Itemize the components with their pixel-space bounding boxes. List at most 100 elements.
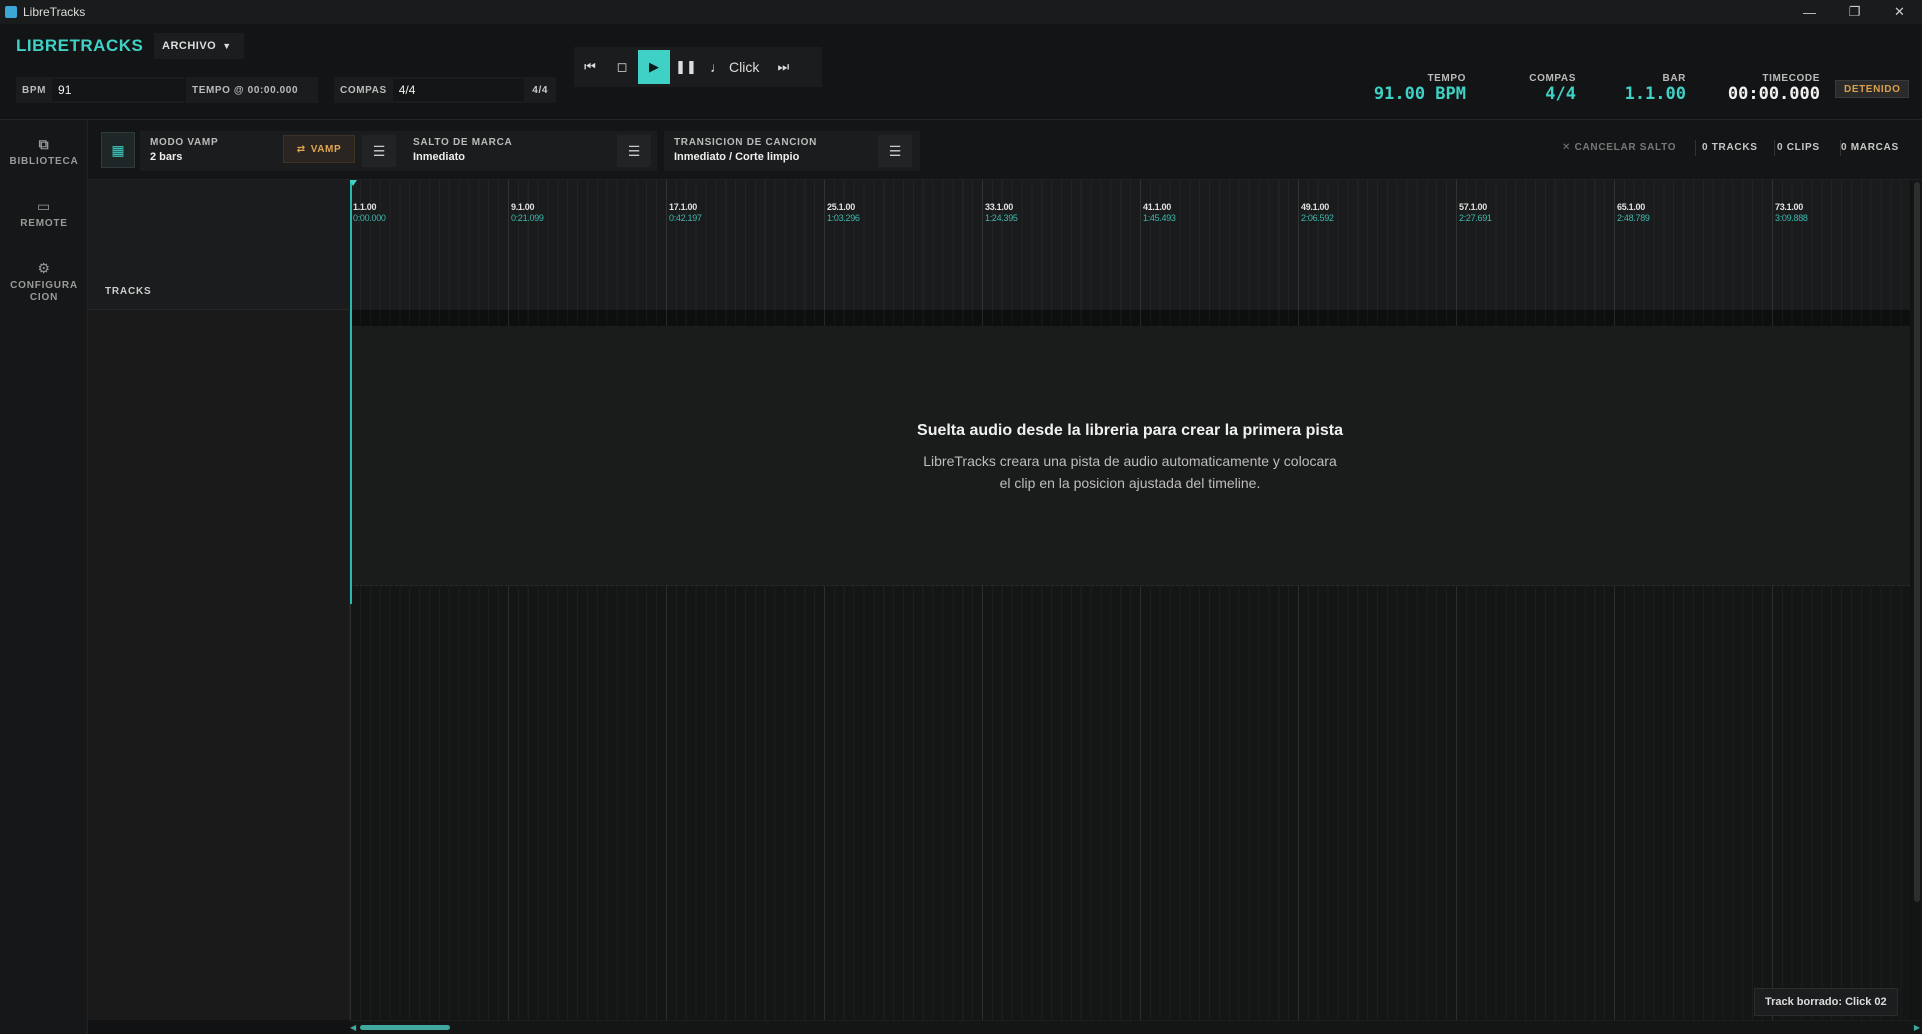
window-controls: — ❐ ✕ [1787, 0, 1922, 24]
salto-value: Inmediato [413, 151, 465, 163]
vamp-settings-button[interactable]: ☰ [362, 135, 396, 167]
bar-stat: BAR 1.1.00 [1610, 73, 1686, 104]
divider [1774, 140, 1775, 156]
ruler-marker[interactable]: 25.1.00 1:03.296 [827, 202, 860, 224]
tempo-stat-label: TEMPO [1427, 73, 1466, 84]
vamp-title: MODO VAMP [150, 137, 219, 148]
timeline[interactable]: Suelta audio desde la libreria para crea… [350, 180, 1910, 1020]
track-list: TRACKS [88, 180, 350, 1020]
toast-notification: Track borrado: Click 02 [1754, 988, 1898, 1016]
marcas-count: 0 MARCAS [1841, 142, 1899, 153]
rail-item-configuracion[interactable]: ⚙ CONFIGURA CION [0, 260, 88, 304]
rail-label-remote: REMOTE [20, 218, 68, 229]
ruler-marker[interactable]: 33.1.00 1:24.395 [985, 202, 1018, 224]
close-button[interactable]: ✕ [1877, 0, 1922, 24]
remote-icon: ▭ [36, 198, 52, 214]
marker-time: 0:21.099 [511, 213, 544, 223]
bpm-input[interactable]: 91 [52, 79, 184, 101]
ruler-marker[interactable]: 57.1.00 2:27.691 [1459, 202, 1492, 224]
scroll-left-icon[interactable]: ◀ [350, 1023, 356, 1032]
horizontal-scroll-thumb[interactable] [360, 1025, 450, 1030]
archivo-menu[interactable]: ARCHIVO ▼ [154, 33, 244, 59]
compas-input[interactable]: 4/4 [392, 79, 525, 101]
scroll-right-icon[interactable]: ▶ [1914, 1023, 1920, 1032]
grid-icon: ▦ [111, 141, 125, 158]
marker-time: 2:27.691 [1459, 213, 1492, 223]
restore-button[interactable]: ❐ [1832, 0, 1877, 24]
minimize-button[interactable]: — [1787, 0, 1832, 24]
app-icon [5, 6, 17, 18]
marker-bar: 57.1.00 [1459, 202, 1487, 212]
play-button[interactable]: ▶ [638, 50, 670, 84]
marker-bar: 17.1.00 [669, 202, 697, 212]
playhead-handle-icon[interactable] [350, 180, 357, 186]
window-titlebar: LibreTracks — ❐ ✕ [0, 0, 1922, 24]
marker-time: 0:42.197 [669, 213, 702, 223]
marker-time: 1:45.493 [1143, 213, 1176, 223]
skip-forward-button[interactable]: ⏭ [767, 50, 799, 84]
transicion-settings-button[interactable]: ☰ [878, 135, 912, 167]
skip-forward-icon: ⏭ [777, 59, 790, 74]
compas-label: COMPAS [340, 84, 387, 96]
ruler-marker[interactable]: 49.1.00 2:06.592 [1301, 202, 1334, 224]
vamp-panel: MODO VAMP 2 bars ⇄ VAMP ☰ [140, 131, 448, 171]
click-toggle[interactable]: ♩ Click [702, 59, 767, 75]
transicion-panel: TRANSICION DE CANCION Inmediato / Corte … [664, 131, 920, 171]
transicion-title: TRANSICION DE CANCION [674, 137, 818, 148]
ruler-marker[interactable]: 65.1.00 2:48.789 [1617, 202, 1650, 224]
marker-bar: 41.1.00 [1143, 202, 1171, 212]
rail-item-remote[interactable]: ▭ REMOTE [0, 198, 88, 230]
ruler-marker[interactable]: 1.1.00 0:00.000 [353, 202, 386, 224]
ruler-marker[interactable]: 9.1.00 0:21.099 [511, 202, 544, 224]
vamp-button[interactable]: ⇄ VAMP [283, 135, 355, 163]
pause-icon: ❚❚ [675, 59, 697, 74]
marker-time: 1:03.296 [827, 213, 860, 223]
ruler-marker[interactable]: 41.1.00 1:45.493 [1143, 202, 1176, 224]
transicion-value: Inmediato / Corte limpio [674, 151, 800, 163]
divider [1695, 140, 1696, 156]
marker-time: 3:09.888 [1775, 213, 1808, 223]
salto-title: SALTO DE MARCA [413, 137, 513, 148]
tempo-at-field[interactable]: TEMPO @ 00:00.000 [186, 77, 318, 103]
left-rail: ⧉ BIBLIOTECA ▭ REMOTE ⚙ CONFIGURA CION [0, 120, 88, 1034]
caret-down-icon: ▼ [222, 41, 232, 51]
marker-bar: 9.1.00 [511, 202, 535, 212]
transport-controls: ⏮ ◻ ▶ ❚❚ ♩ Click ⏭ [574, 47, 822, 87]
tracks-heading: TRACKS [105, 286, 152, 297]
bar-stat-label: BAR [1662, 73, 1686, 84]
horizontal-scrollbar[interactable]: ◀ ▶ [350, 1020, 1922, 1034]
archivo-menu-label: ARCHIVO [162, 40, 217, 52]
ruler-marker[interactable]: 17.1.00 0:42.197 [669, 202, 702, 224]
cancelar-salto-button[interactable]: ✕ CANCELAR SALTO [1562, 142, 1676, 153]
pause-button[interactable]: ❚❚ [670, 50, 702, 84]
close-icon: ✕ [1562, 142, 1572, 153]
repeat-icon: ⇄ [296, 143, 306, 155]
gear-icon: ⚙ [37, 260, 51, 276]
restore-icon: ❐ [1848, 4, 1861, 19]
drop-zone[interactable]: Suelta audio desde la libreria para crea… [350, 326, 1910, 586]
close-icon: ✕ [1894, 4, 1905, 19]
rail-item-biblioteca[interactable]: ⧉ BIBLIOTECA [0, 137, 88, 168]
empty-state-title: Suelta audio desde la libreria para crea… [917, 422, 1343, 439]
stop-button[interactable]: ◻ [606, 50, 638, 84]
salto-settings-button[interactable]: ☰ [617, 135, 651, 167]
playhead[interactable] [350, 180, 357, 604]
ruler-marker[interactable]: 73.1.00 3:09.888 [1775, 202, 1808, 224]
marker-bar: 25.1.00 [827, 202, 855, 212]
marker-bar: 1.1.00 [353, 202, 377, 212]
rail-label-configuracion-2: CION [29, 292, 59, 303]
vertical-scrollbar[interactable] [1912, 180, 1922, 1020]
timecode-stat: TIMECODE 00:00.000 [1716, 73, 1820, 104]
compas-stat: COMPAS 4/4 [1500, 73, 1576, 104]
vertical-scroll-thumb[interactable] [1914, 182, 1920, 902]
status-badge: DETENIDO [1835, 80, 1910, 98]
grid-toggle-button[interactable]: ▦ [101, 132, 135, 168]
empty-state-line-1: LibreTracks creara una pista de audio au… [923, 453, 1337, 469]
skip-back-icon: ⏮ [584, 59, 596, 74]
bpm-field: BPM 91 [16, 77, 184, 103]
sliders-icon: ☰ [372, 142, 386, 159]
skip-back-button[interactable]: ⏮ [574, 50, 606, 84]
empty-state-line-2: el clip en la posicion ajustada del time… [999, 475, 1261, 491]
marker-bar: 33.1.00 [985, 202, 1013, 212]
bar-stat-value: 1.1.00 [1624, 84, 1686, 104]
